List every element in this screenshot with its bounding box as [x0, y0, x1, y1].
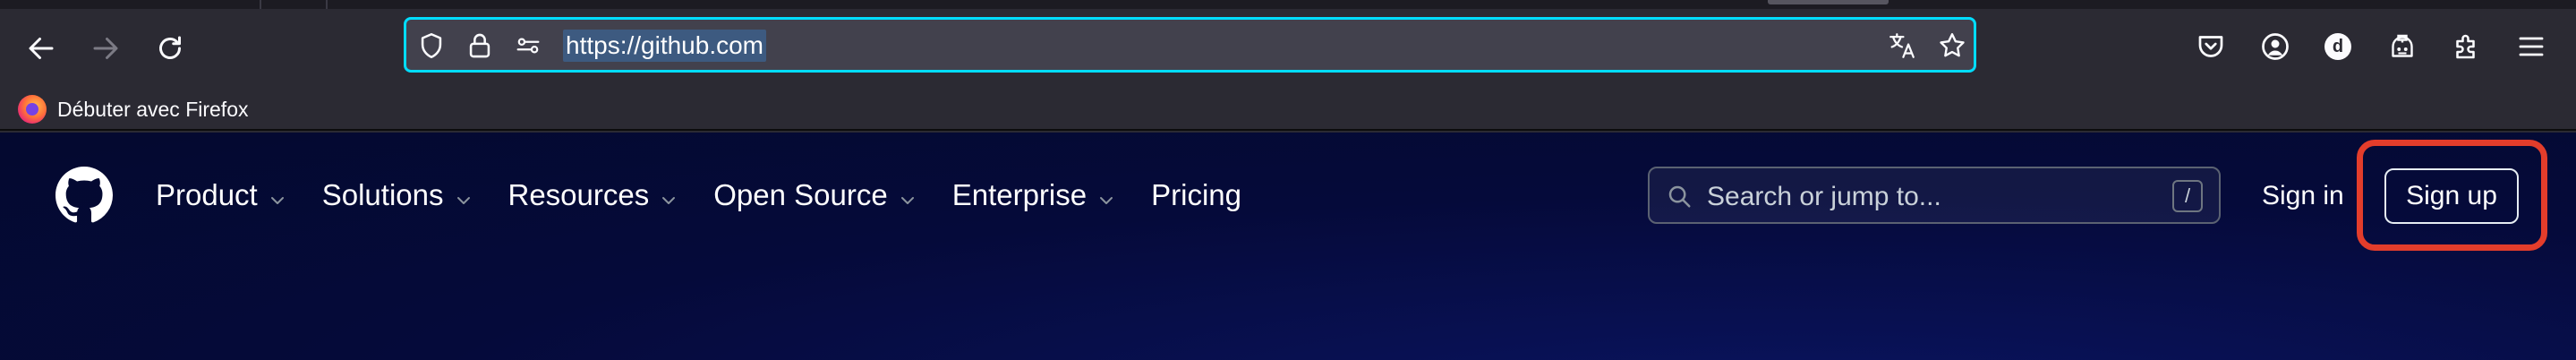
chevron-down-icon [658, 184, 679, 206]
profile-avatar-button[interactable]: d [2316, 25, 2359, 68]
permissions-icon [516, 38, 540, 54]
profile-avatar-icon: d [2324, 33, 2351, 60]
nav-item-resources[interactable]: Resources [508, 178, 680, 212]
pocket-button[interactable] [2189, 25, 2232, 68]
browser-toolbar: https://github.com d [0, 9, 2576, 88]
star-icon [1940, 33, 1965, 57]
shield-icon [421, 32, 442, 59]
sign-in-link[interactable]: Sign in [2262, 181, 2344, 211]
back-icon [29, 38, 54, 59]
back-button[interactable] [13, 20, 70, 77]
nav-item-open-source[interactable]: Open Source [713, 178, 917, 212]
github-header: Product Solutions Resources Open Source … [0, 133, 2576, 360]
tab-indicator[interactable] [1768, 0, 1889, 4]
bookmark-item[interactable]: Débuter avec Firefox [18, 91, 248, 127]
site-security-button[interactable] [464, 30, 496, 62]
extensions-puzzle-button[interactable] [2445, 25, 2488, 68]
pocket-icon [2198, 36, 2223, 57]
tab-separator [260, 0, 261, 9]
permissions-button[interactable] [512, 30, 544, 62]
nav-item-label: Open Source [713, 178, 888, 211]
url-bar[interactable]: https://github.com [404, 17, 1976, 73]
translate-icon [1889, 33, 1915, 58]
tab-separator [326, 0, 328, 9]
github-logo-icon[interactable] [55, 167, 113, 224]
reload-icon [159, 36, 181, 59]
bookmark-label: Débuter avec Firefox [57, 97, 249, 121]
nav-item-product[interactable]: Product [156, 178, 288, 212]
lock-icon [469, 33, 490, 58]
translate-button[interactable] [1886, 30, 1918, 62]
reload-button[interactable] [141, 20, 199, 77]
nav-item-label: Resources [508, 178, 650, 211]
tab-strip [0, 0, 2576, 9]
nav-item-label: Enterprise [951, 178, 1088, 211]
nav-item-pricing[interactable]: Pricing [1151, 178, 1241, 212]
menu-icon [2519, 37, 2544, 56]
bookmarks-toolbar: Débuter avec Firefox [0, 88, 2576, 131]
forward-button[interactable] [77, 20, 134, 77]
nav-item-label: Solutions [321, 178, 444, 211]
sign-up-button[interactable]: Sign up [2384, 168, 2519, 224]
extension-button[interactable] [2381, 25, 2424, 68]
search-shortcut-key: / [2172, 180, 2203, 212]
account-button[interactable] [2254, 25, 2297, 68]
tracking-protection-button[interactable] [415, 30, 448, 62]
puzzle-icon [2456, 34, 2475, 59]
account-icon [2262, 33, 2289, 60]
chevron-down-icon [267, 184, 288, 206]
chevron-down-icon [1096, 184, 1117, 206]
nav-item-solutions[interactable]: Solutions [322, 178, 474, 212]
nav-item-label: Pricing [1151, 178, 1241, 211]
forward-icon [93, 38, 118, 59]
app-menu-button[interactable] [2510, 25, 2553, 68]
search-icon [1666, 183, 1693, 210]
nav-item-enterprise[interactable]: Enterprise [952, 178, 1117, 212]
chevron-down-icon [897, 184, 918, 206]
search-placeholder: Search or jump to... [1707, 182, 1941, 211]
firefox-icon [18, 95, 47, 124]
main-nav: Product Solutions Resources Open Source … [156, 172, 1275, 219]
url-text[interactable]: https://github.com [563, 30, 767, 62]
extension-icon [2392, 34, 2413, 57]
search-input[interactable]: Search or jump to... / [1648, 167, 2221, 224]
chevron-down-icon [453, 184, 474, 206]
bookmark-star-button[interactable] [1936, 30, 1968, 62]
nav-item-label: Product [156, 178, 258, 211]
